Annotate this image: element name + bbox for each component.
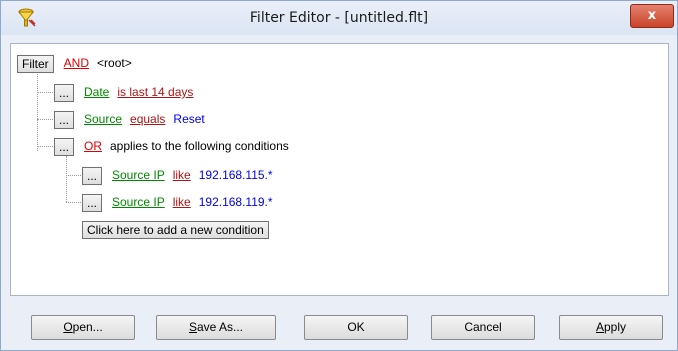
condition-field-link[interactable]: Source <box>84 112 122 126</box>
open-button[interactable]: Open... <box>31 315 135 340</box>
apply-mnemonic: A <box>595 320 604 334</box>
ok-button[interactable]: OK <box>304 315 408 340</box>
save-as-label: ave As... <box>196 320 244 334</box>
condition-row: ... Source IP like 192.168.115.* <box>82 165 273 185</box>
save-as-button[interactable]: Save As... <box>156 315 276 340</box>
tree-connector <box>66 202 81 203</box>
group-row: ... OR applies to the following conditions <box>54 136 289 156</box>
condition-operator-link[interactable]: equals <box>130 112 165 126</box>
group-label: applies to the following conditions <box>110 139 289 153</box>
ok-label: OK <box>347 320 365 334</box>
cancel-button[interactable]: Cancel <box>431 315 535 340</box>
condition-value-link[interactable]: 192.168.119.* <box>199 195 273 209</box>
cancel-label: Cancel <box>464 320 502 334</box>
condition-menu-button[interactable]: ... <box>54 83 74 102</box>
condition-operator-link[interactable]: like <box>173 195 191 209</box>
condition-operator-link[interactable]: is last 14 days <box>117 85 193 99</box>
filter-tree: Filter AND <root> ... Date is last 14 days .… <box>11 44 668 295</box>
filter-tree-panel: Filter AND <root> ... Date is last 14 days .… <box>10 43 669 296</box>
filter-editor-window: Filter Editor - [untitled.flt] x Filter A… <box>0 0 678 351</box>
condition-field-link[interactable]: Date <box>84 85 109 99</box>
root-operator-link[interactable]: AND <box>64 56 89 70</box>
apply-label: pply <box>604 320 627 334</box>
condition-menu-button[interactable]: ... <box>54 110 74 129</box>
condition-menu-button[interactable]: ... <box>82 166 102 185</box>
title-bar[interactable]: Filter Editor - [untitled.flt] x <box>1 1 677 35</box>
close-icon: x <box>647 8 657 23</box>
open-label: pen... <box>72 320 103 334</box>
tree-connector <box>37 146 53 147</box>
save-as-mnemonic: S <box>188 320 197 334</box>
add-condition-button[interactable]: Click here to add a new condition <box>82 220 269 239</box>
tree-connector <box>66 156 67 202</box>
group-menu-button[interactable]: ... <box>54 137 74 156</box>
root-label: <root> <box>97 56 132 70</box>
group-operator-link[interactable]: OR <box>84 139 102 153</box>
add-condition-row: Click here to add a new condition <box>82 219 269 239</box>
condition-field-link[interactable]: Source IP <box>112 195 165 209</box>
tree-connector <box>37 92 53 93</box>
tree-connector <box>66 175 81 176</box>
condition-field-link[interactable]: Source IP <box>112 168 165 182</box>
close-button[interactable]: x <box>630 4 674 28</box>
condition-row: ... Date is last 14 days <box>54 82 193 102</box>
condition-value-link[interactable]: Reset <box>173 112 204 126</box>
tree-root-node: Filter AND <root> <box>17 53 132 73</box>
condition-row: ... Source equals Reset <box>54 109 205 129</box>
apply-button[interactable]: Apply <box>559 315 663 340</box>
tree-connector <box>37 65 38 151</box>
filter-button[interactable]: Filter <box>17 54 54 73</box>
condition-menu-button[interactable]: ... <box>82 193 102 212</box>
condition-value-link[interactable]: 192.168.115.* <box>199 168 273 182</box>
condition-operator-link[interactable]: like <box>173 168 191 182</box>
condition-row: ... Source IP like 192.168.119.* <box>82 192 273 212</box>
tree-connector <box>37 119 53 120</box>
open-mnemonic: O <box>63 320 73 334</box>
window-title: Filter Editor - [untitled.flt] <box>249 10 429 26</box>
